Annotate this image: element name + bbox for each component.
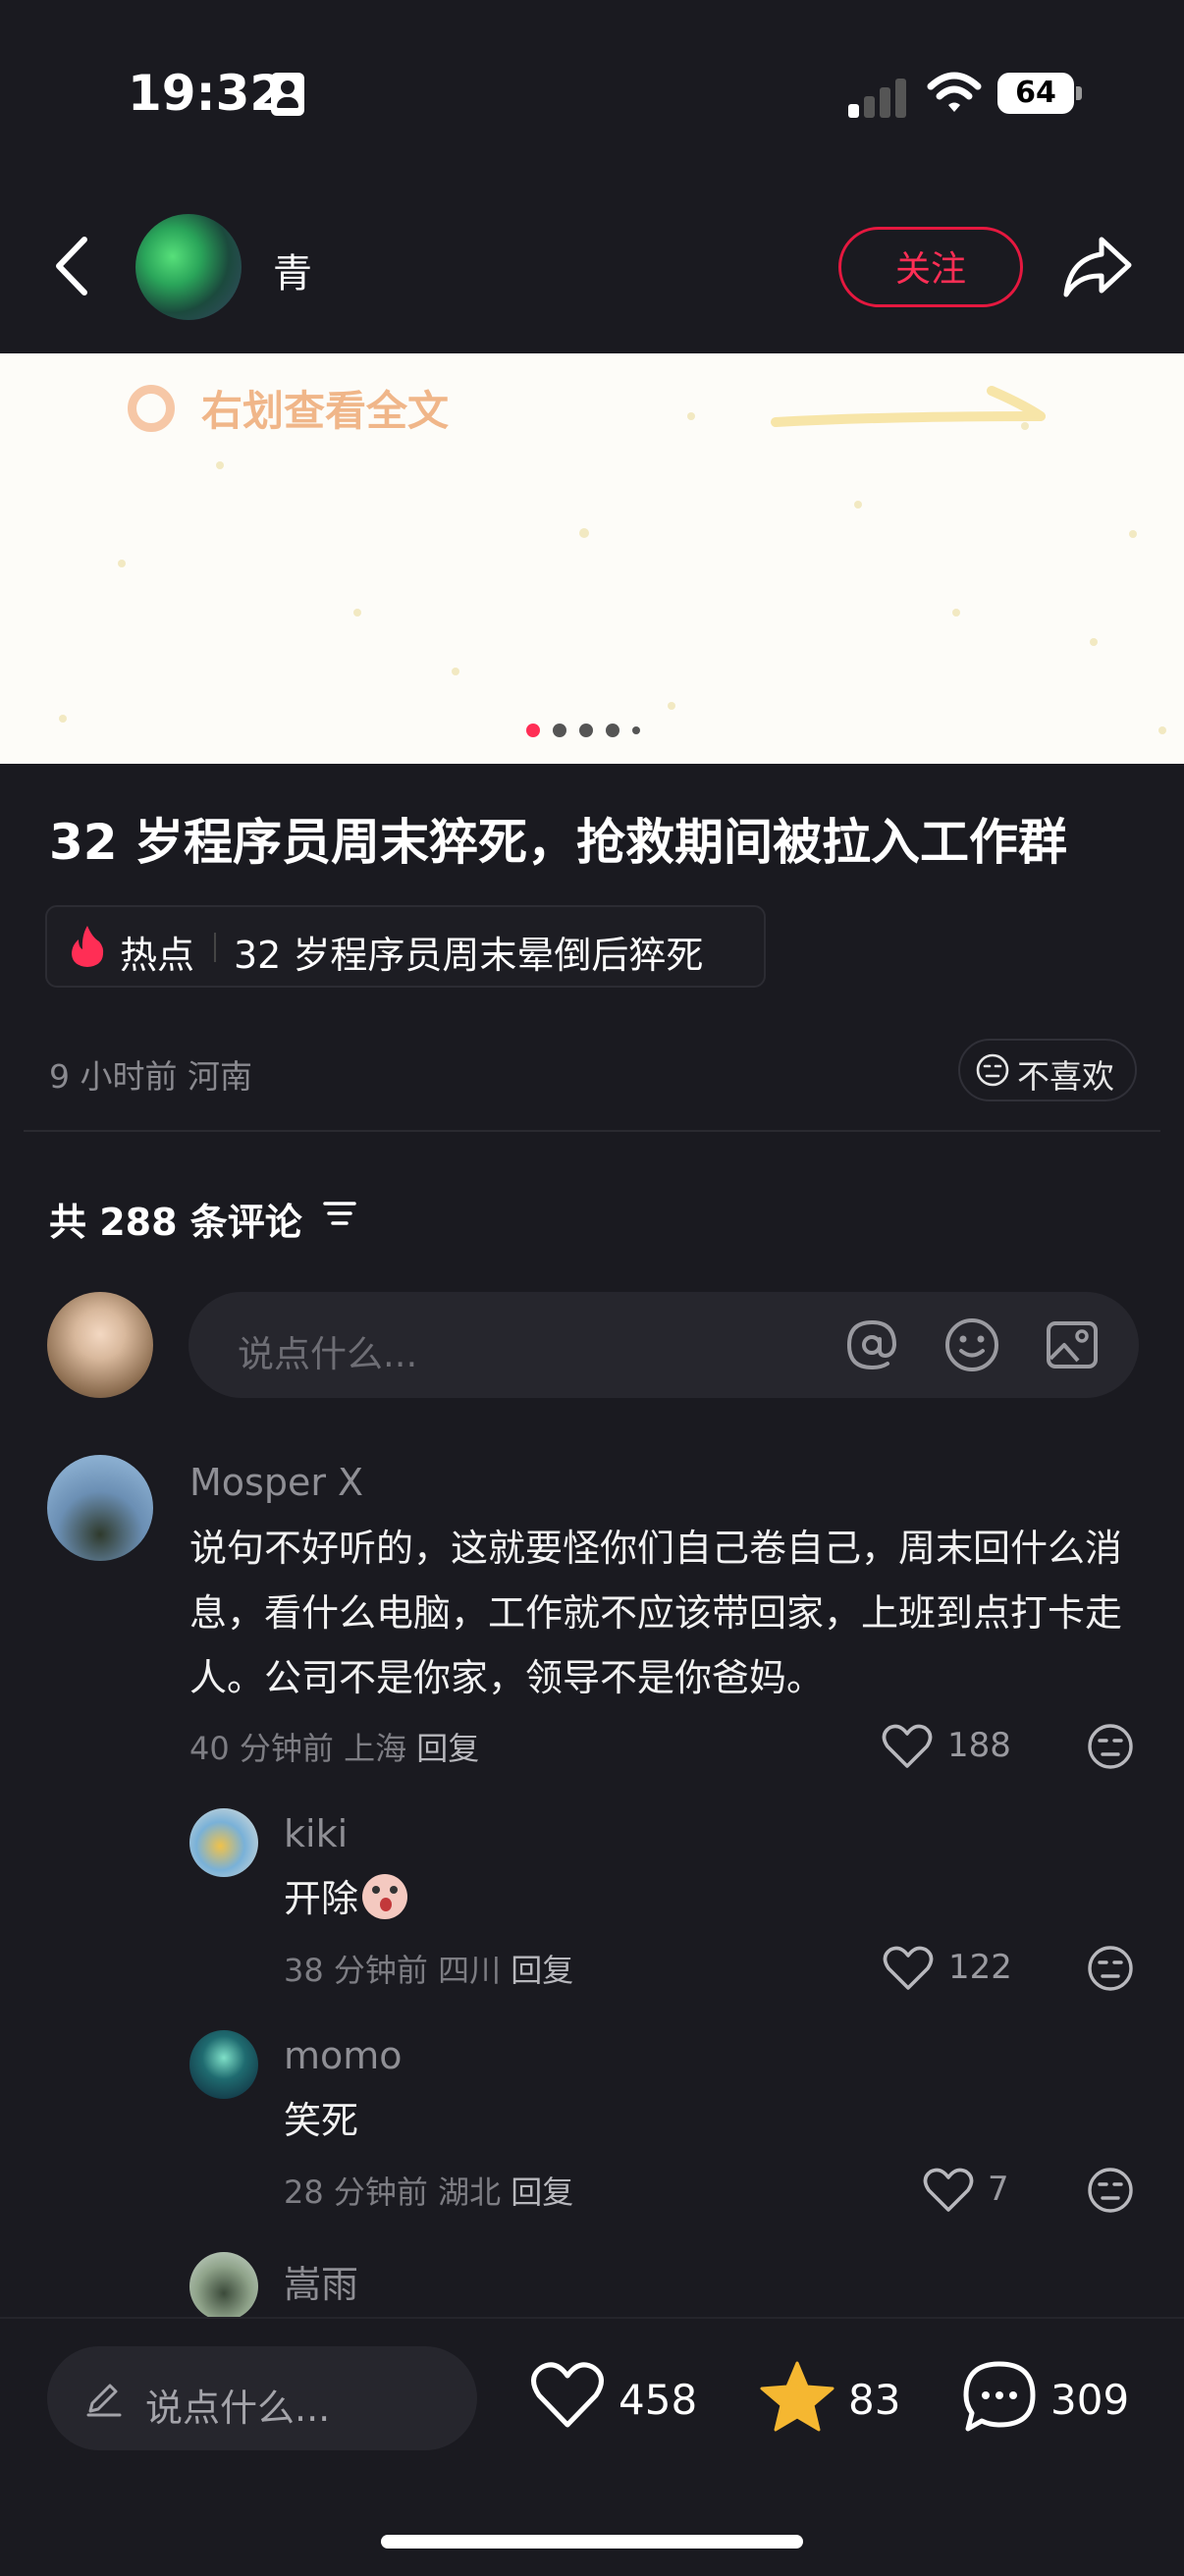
author-name[interactable]: 青: [273, 242, 312, 298]
commenter-name[interactable]: momo: [284, 2034, 403, 2077]
chip-divider: [214, 933, 216, 962]
section-divider: [24, 1130, 1160, 1132]
comment-meta: 28 分钟前 湖北 回复: [284, 2168, 573, 2213]
post-meta: 9 小时前 河南: [49, 1057, 252, 1096]
back-button[interactable]: [47, 232, 98, 300]
shocked-emoji-icon: [362, 1874, 408, 1919]
comment-like-count: 122: [948, 1948, 1012, 1987]
hot-topic-text: 32 岁程序员周末晕倒后猝死: [234, 934, 704, 977]
pager-dot: [579, 723, 593, 737]
status-time: 19:32: [128, 65, 285, 122]
neutral-face-icon: [976, 1053, 1009, 1087]
like-icon[interactable]: [530, 2360, 605, 2431]
like-count: 458: [619, 2376, 698, 2424]
comment-text: 说句不好听的，这就要怪你们自己卷自己，周末回什么消息，看什么电脑，工作就不应该带…: [189, 1527, 1123, 1699]
carousel-pager: [526, 720, 653, 737]
comment-like-icon[interactable]: [882, 1723, 933, 1770]
pager-dot: [526, 723, 540, 737]
hot-label: 热点: [120, 934, 195, 977]
follow-button[interactable]: 关注: [838, 227, 1023, 307]
comment-time-location: 40 分钟前 上海: [189, 1730, 407, 1767]
comment-count: 共 288 条评论: [49, 1201, 302, 1244]
contact-card-icon: [271, 73, 304, 116]
dislike-label: 不喜欢: [1017, 1057, 1114, 1096]
swipe-arrow-icon: [771, 386, 1046, 427]
battery-indicator: 64: [997, 73, 1074, 114]
pager-dot: [606, 723, 619, 737]
reply-button[interactable]: 回复: [511, 1952, 573, 1989]
commenter-name[interactable]: 嵩雨: [284, 2254, 358, 2308]
image-picker-icon[interactable]: [1043, 1315, 1102, 1374]
comment-text-content: 开除: [284, 1877, 359, 1920]
commenter-name[interactable]: kiki: [284, 1812, 348, 1855]
reply-button[interactable]: 回复: [511, 2174, 573, 2211]
comment-dislike-icon[interactable]: [1086, 1722, 1135, 1771]
comment-like-icon[interactable]: [923, 2167, 974, 2214]
commenter-avatar[interactable]: [189, 1808, 258, 1877]
comment-bubble-icon[interactable]: [962, 2360, 1037, 2433]
share-icon[interactable]: [1060, 232, 1135, 300]
comment-input-placeholder: 说点什么...: [238, 1333, 418, 1375]
comment-meta: 38 分钟前 四川 回复: [284, 1946, 573, 1991]
home-indicator: [381, 2535, 803, 2549]
comment-dislike-icon[interactable]: [1086, 1944, 1135, 1993]
cellular-signal-icon: [848, 77, 907, 118]
commenter-avatar[interactable]: [47, 1455, 153, 1561]
star-favorite-icon[interactable]: [760, 2360, 834, 2433]
flame-icon: [72, 926, 104, 967]
comment-time-location: 28 分钟前 湖北: [284, 2174, 502, 2211]
reply-button[interactable]: 回复: [416, 1730, 479, 1767]
bottom-input-placeholder: 说点什么...: [145, 2387, 331, 2430]
swipe-hint-dot-icon: [128, 385, 175, 432]
comment-time-location: 38 分钟前 四川: [284, 1952, 502, 1989]
comment-like-count: 188: [947, 1726, 1011, 1765]
comment-meta: 40 分钟前 上海 回复: [189, 1724, 479, 1769]
comment-text: 笑死: [284, 2099, 359, 2142]
comment-like-icon[interactable]: [883, 1945, 934, 1992]
pager-dot: [632, 725, 640, 734]
favorite-count: 83: [848, 2376, 901, 2424]
comment-dislike-icon[interactable]: [1086, 2166, 1135, 2215]
commenter-name[interactable]: Mosper X: [189, 1461, 363, 1504]
author-avatar[interactable]: [135, 214, 242, 320]
sort-filter-icon[interactable]: [322, 1198, 357, 1229]
swipe-hint-text: 右划查看全文: [201, 387, 450, 435]
my-avatar: [47, 1292, 153, 1398]
pager-dot: [553, 723, 566, 737]
emoji-icon[interactable]: [942, 1315, 1001, 1374]
comment-text: 开除: [284, 1869, 1184, 1928]
pencil-icon: [86, 2384, 122, 2417]
commenter-avatar[interactable]: [189, 2252, 258, 2321]
comment-like-count: 7: [988, 2170, 1009, 2209]
comment-total-count: 309: [1050, 2376, 1130, 2424]
wifi-icon: [927, 72, 982, 112]
commenter-avatar[interactable]: [189, 2030, 258, 2099]
mention-at-icon[interactable]: [842, 1315, 901, 1374]
post-title: 32 岁程序员周末猝死，抢救期间被拉入工作群: [49, 814, 1067, 871]
battery-tip: [1076, 86, 1082, 100]
